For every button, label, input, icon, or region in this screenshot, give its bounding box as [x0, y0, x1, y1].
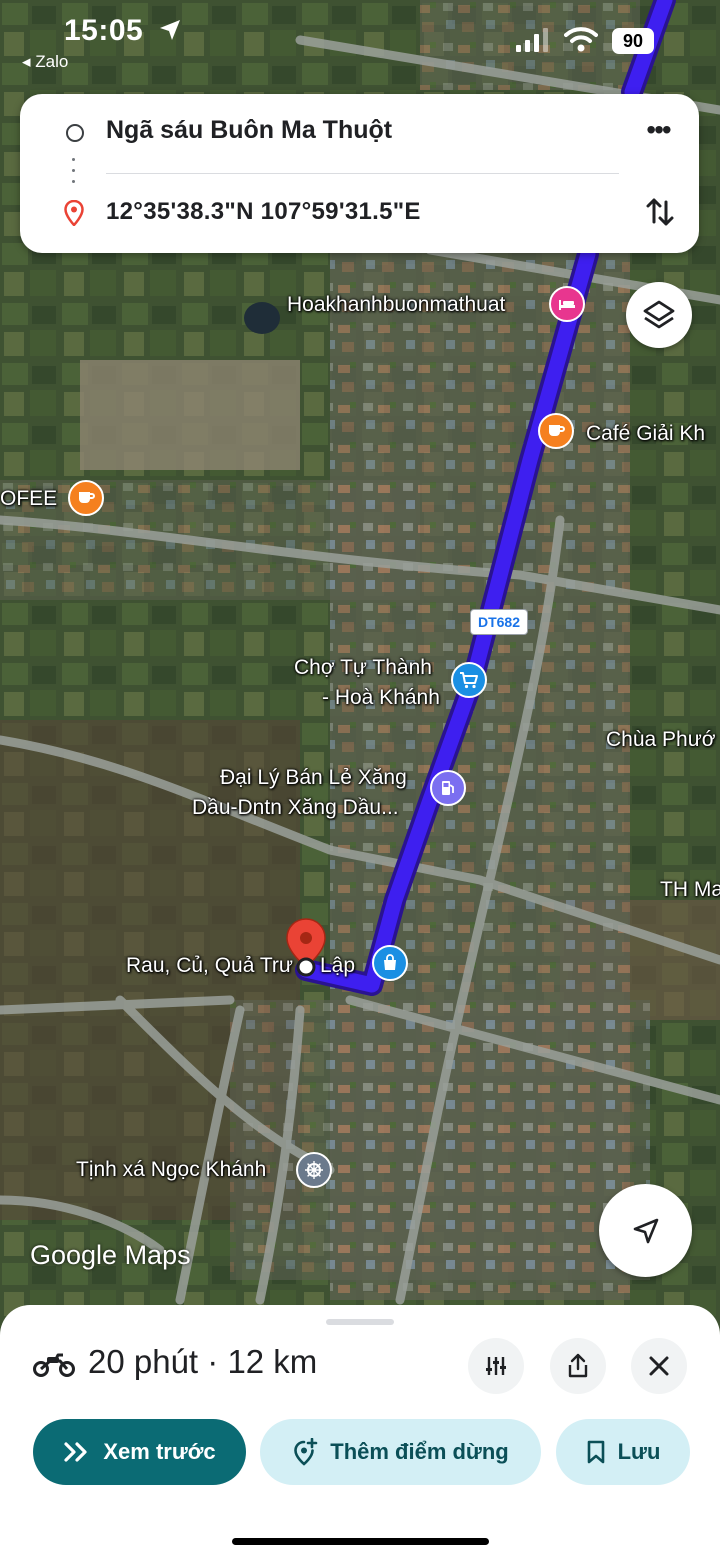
- my-location-icon: [633, 1218, 658, 1243]
- home-indicator[interactable]: [232, 1538, 489, 1545]
- cafe-icon[interactable]: [538, 413, 574, 449]
- swap-icon[interactable]: [640, 192, 680, 232]
- preview-label: Xem trước: [103, 1439, 216, 1464]
- map-label-market-1[interactable]: Chợ Tự Thành: [294, 655, 432, 681]
- signal-icon: [516, 28, 548, 52]
- route-separator: ·: [198, 1343, 228, 1380]
- options-icon: [486, 1357, 506, 1375]
- map-label-pagoda[interactable]: Chùa Phướ: [606, 727, 716, 753]
- location-arrow-icon: [160, 20, 180, 40]
- route-duration: 20 phút: [88, 1343, 199, 1380]
- share-icon: [568, 1353, 588, 1378]
- route-summary: 20 phút · 12 km: [88, 1343, 317, 1381]
- map-label-market-2[interactable]: - Hoà Khánh: [322, 685, 440, 711]
- map-label-cafe-left[interactable]: OFEE: [0, 486, 57, 512]
- map-label-temple[interactable]: Tịnh xá Ngọc Khánh: [76, 1157, 266, 1183]
- preview-button[interactable]: Xem trước: [33, 1419, 246, 1485]
- back-app-label: Zalo: [35, 52, 69, 71]
- divider: [106, 173, 619, 174]
- hotel-icon[interactable]: [549, 286, 585, 322]
- map-label-gas-1[interactable]: Đại Lý Bán Lẻ Xăng: [220, 765, 407, 791]
- map-label-school[interactable]: TH Ma: [660, 877, 720, 903]
- map-label-cafe[interactable]: Café Giải Kh: [586, 421, 705, 447]
- route-sheet: 20 phút · 12 km Xem trước Thêm điểm dừng…: [0, 1305, 720, 1557]
- origin-field[interactable]: Ngã sáu Buôn Ma Thuột: [106, 116, 392, 145]
- directions-card: Ngã sáu Buôn Ma Thuột 12°35'38.3"N 107°5…: [20, 94, 699, 253]
- bookmark-icon: [587, 1440, 604, 1464]
- status-time: 15:05: [64, 14, 144, 47]
- layers-button[interactable]: [626, 282, 692, 348]
- route-distance: 12 km: [227, 1343, 318, 1380]
- map-label-gas-2[interactable]: Dầu-Dntn Xăng Dầu...: [192, 795, 399, 821]
- shopping-cart-icon[interactable]: [451, 662, 487, 698]
- temple-icon[interactable]: [296, 1152, 332, 1188]
- share-button[interactable]: [550, 1338, 606, 1394]
- more-icon[interactable]: •••: [638, 116, 678, 150]
- route-options-button[interactable]: [468, 1338, 524, 1394]
- save-label: Lưu: [617, 1439, 661, 1464]
- map-watermark: Google Maps: [30, 1240, 191, 1270]
- road-shield: DT682: [470, 609, 528, 635]
- add-stop-button[interactable]: Thêm điểm dừng: [260, 1419, 541, 1485]
- back-to-app-link[interactable]: ◂ Zalo: [22, 52, 68, 72]
- destination-field[interactable]: 12°35'38.3"N 107°59'31.5"E: [106, 198, 421, 226]
- map-label-grocery-left[interactable]: Rau, Củ, Quả Trư: [126, 953, 293, 979]
- route-dots: [72, 158, 76, 188]
- map-label-grocery-right[interactable]: Lập: [320, 953, 355, 979]
- layers-icon: [643, 300, 675, 329]
- origin-circle-icon: [66, 124, 84, 142]
- close-button[interactable]: [631, 1338, 687, 1394]
- double-chevron-icon: [64, 1442, 87, 1462]
- cafe-icon[interactable]: [68, 480, 104, 516]
- close-icon: [649, 1356, 669, 1376]
- wifi-icon: [564, 27, 598, 52]
- gas-station-icon[interactable]: [430, 770, 466, 806]
- shopping-bag-icon[interactable]: [372, 945, 408, 981]
- battery-indicator: 90: [612, 28, 654, 54]
- sheet-handle[interactable]: [326, 1319, 394, 1325]
- my-location-button[interactable]: [599, 1184, 692, 1277]
- map-label-hotel[interactable]: Hoakhanhbuonmathuat: [287, 292, 505, 318]
- add-stop-label: Thêm điểm dừng: [330, 1439, 509, 1464]
- motorbike-icon: [33, 1353, 75, 1377]
- destination-pin-icon: [64, 200, 84, 226]
- status-bar: 15:05 ◂ Zalo 90: [0, 0, 720, 80]
- save-button[interactable]: Lưu: [556, 1419, 690, 1485]
- add-stop-icon: [294, 1438, 318, 1466]
